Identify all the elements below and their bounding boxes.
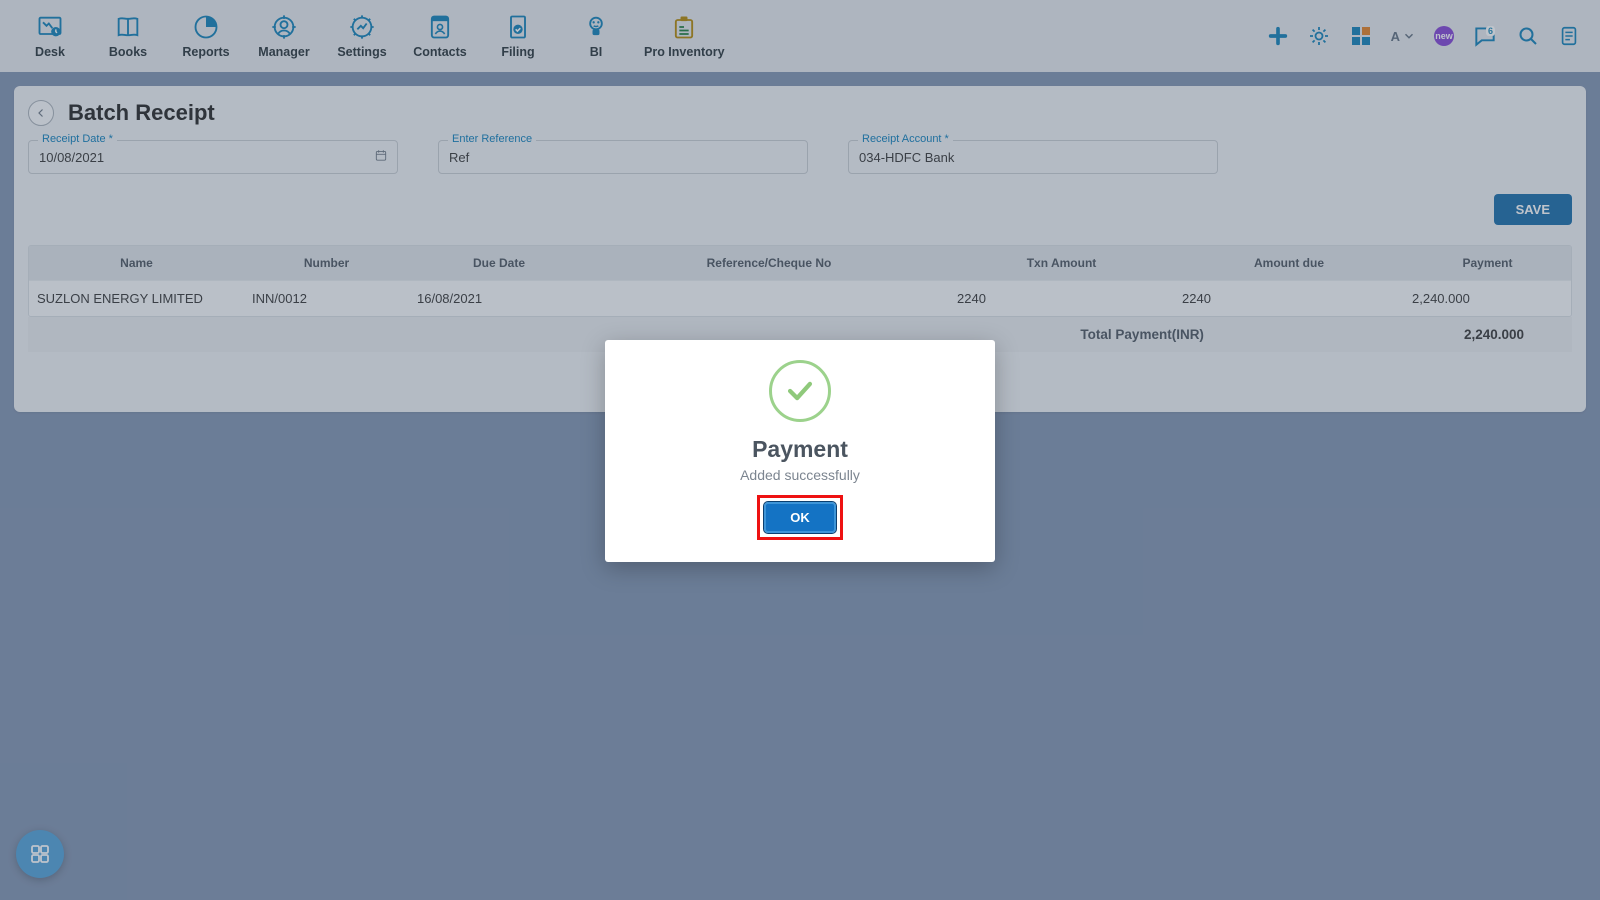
ok-button[interactable]: OK — [764, 502, 836, 533]
modal-overlay: Payment Added successfully OK — [0, 0, 1600, 900]
dialog-message: Added successfully — [625, 467, 975, 483]
payment-dialog: Payment Added successfully OK — [605, 340, 995, 562]
dialog-title: Payment — [625, 436, 975, 463]
success-check-icon — [769, 360, 831, 422]
ok-highlight-box: OK — [757, 495, 843, 540]
